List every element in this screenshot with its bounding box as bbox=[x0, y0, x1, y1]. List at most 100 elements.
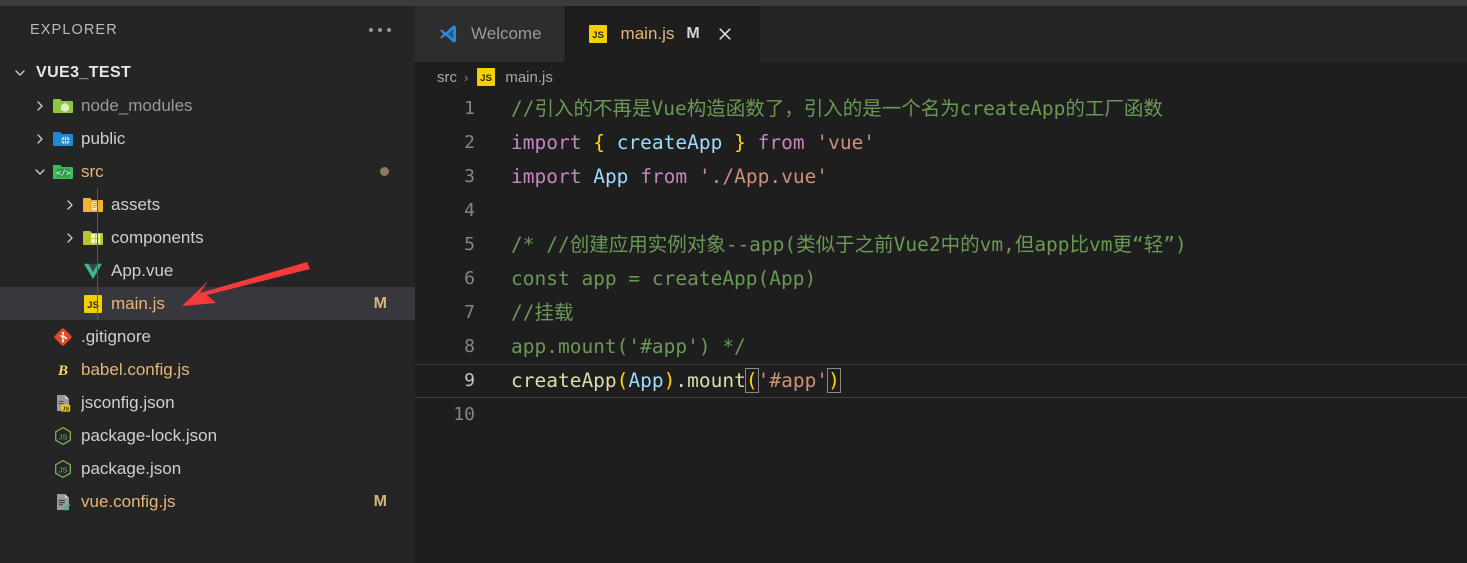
tree-item-package-lock-json[interactable]: JS package-lock.json bbox=[0, 419, 415, 452]
tree-item-label: .gitignore bbox=[81, 326, 151, 346]
vue-file-icon bbox=[80, 260, 106, 282]
tree-item-package-json[interactable]: JS package.json bbox=[0, 452, 415, 485]
tree-item-src[interactable]: </> src bbox=[0, 155, 415, 188]
tree-item-label: src bbox=[81, 161, 104, 181]
code-line[interactable]: 5 /* //创建应用实例对象--app(类似于之前Vue2中的vm,但app比v… bbox=[415, 228, 1467, 262]
svg-text:JS: JS bbox=[62, 406, 69, 412]
line-number: 4 bbox=[464, 200, 475, 221]
vueconfig-file-icon bbox=[50, 491, 76, 513]
svg-text:JS: JS bbox=[592, 30, 604, 41]
line-number: 2 bbox=[464, 132, 475, 153]
tree-item-label: babel.config.js bbox=[81, 359, 190, 379]
js-file-icon: JS bbox=[587, 23, 609, 45]
vscode-logo-icon bbox=[437, 23, 459, 45]
git-status-badge: M bbox=[373, 492, 387, 510]
code-line[interactable]: 1 //引入的不再是Vue构造函数了，引入的是一个名为createApp的工厂函数 bbox=[415, 92, 1467, 126]
svg-text:B: B bbox=[57, 363, 68, 379]
svg-text:</>: </> bbox=[56, 168, 71, 177]
chevron-right-icon bbox=[30, 128, 50, 150]
chevron-right-icon[interactable] bbox=[60, 227, 80, 249]
folder-components-icon bbox=[82, 227, 104, 249]
tree-item-label: node_modules bbox=[81, 95, 193, 115]
code-editor[interactable]: 1 //引入的不再是Vue构造函数了，引入的是一个名为createApp的工厂函数… bbox=[415, 92, 1467, 563]
npm-file-icon: JS bbox=[52, 458, 74, 480]
vue-file-icon bbox=[82, 260, 104, 282]
identifier-createapp: createApp bbox=[616, 131, 723, 154]
file-tree[interactable]: VUE3_TEST node_modulespublic </> src assets c… bbox=[0, 54, 415, 563]
tree-item-components[interactable]: components bbox=[0, 221, 415, 254]
svg-text:JS: JS bbox=[59, 465, 68, 474]
tree-item-label: assets bbox=[111, 194, 161, 214]
explorer-title: EXPLORER bbox=[30, 22, 118, 38]
tree-item-jsconfig-json[interactable]: JS jsconfig.json bbox=[0, 386, 415, 419]
git-file-icon bbox=[52, 326, 74, 348]
string-app-vue: './App.vue' bbox=[698, 165, 829, 188]
comment-line-6: const app = createApp(App) bbox=[511, 267, 817, 290]
explorer-sidebar: EXPLORER VUE3_TEST node_modulespublic </> s… bbox=[0, 6, 415, 563]
folder-assets-icon bbox=[82, 194, 104, 216]
line-number: 10 bbox=[453, 404, 475, 425]
chevron-down-icon[interactable] bbox=[10, 62, 30, 84]
breadcrumb-item-src[interactable]: src bbox=[437, 69, 457, 86]
editor-tab-bar[interactable]: Welcome JS main.js M bbox=[415, 6, 1467, 62]
line-number: 9 bbox=[464, 370, 475, 391]
code-line[interactable]: 10 bbox=[415, 398, 1467, 432]
code-line-text: import { createApp } from 'vue' bbox=[485, 126, 1467, 160]
chevron-right-icon[interactable] bbox=[60, 194, 80, 216]
folder-node-icon bbox=[52, 95, 74, 117]
folder-assets-icon bbox=[80, 194, 106, 216]
editor-tab-main-js[interactable]: JS main.js M bbox=[564, 6, 761, 62]
editor-tab-welcome[interactable]: Welcome bbox=[415, 6, 565, 62]
babel-file-icon: B bbox=[50, 359, 76, 381]
keyword-from: from bbox=[640, 165, 688, 188]
tree-item-public[interactable]: public bbox=[0, 122, 415, 155]
chevron-right-icon[interactable] bbox=[30, 95, 50, 117]
code-line[interactable]: 6 const app = createApp(App) bbox=[415, 262, 1467, 296]
vscode-window: EXPLORER VUE3_TEST node_modulespublic </> s… bbox=[0, 0, 1467, 563]
vueconfig-file-icon bbox=[52, 491, 74, 513]
chevron-right-icon[interactable] bbox=[30, 128, 50, 150]
code-line[interactable]: 9 createApp(App).mount('#app') bbox=[415, 364, 1467, 398]
folder-components-icon bbox=[80, 227, 106, 249]
tree-item-assets[interactable]: assets bbox=[0, 188, 415, 221]
folder-public-icon bbox=[52, 128, 74, 150]
tree-item-vue-config-js[interactable]: vue.config.js M bbox=[0, 485, 415, 518]
code-line[interactable]: 4 bbox=[415, 194, 1467, 228]
close-icon[interactable] bbox=[712, 23, 738, 46]
tree-item-app-vue[interactable]: App.vue bbox=[0, 254, 415, 287]
tree-root-vue3_test[interactable]: VUE3_TEST bbox=[0, 56, 415, 89]
ellipsis-icon[interactable] bbox=[367, 22, 393, 38]
comment-line-1: //引入的不再是Vue构造函数了，引入的是一个名为createApp的工厂函数 bbox=[511, 97, 1163, 120]
tree-item-babel-config-js[interactable]: Bbabel.config.js bbox=[0, 353, 415, 386]
npm-file-icon: JS bbox=[52, 425, 74, 447]
tree-item-label: public bbox=[81, 128, 126, 148]
folder-node-icon bbox=[50, 95, 76, 117]
js-file-icon: JS bbox=[475, 66, 497, 88]
line-number: 6 bbox=[464, 268, 475, 289]
code-line[interactable]: 3 import App from './App.vue' bbox=[415, 160, 1467, 194]
chevron-right-icon bbox=[60, 227, 80, 249]
code-line-text: /* //创建应用实例对象--app(类似于之前Vue2中的vm,但app比vm… bbox=[485, 228, 1467, 262]
method-mount: mount bbox=[687, 369, 746, 392]
comment-line-8: app.mount('#app') */ bbox=[511, 335, 746, 358]
code-line-text: import App from './App.vue' bbox=[485, 160, 1467, 194]
tree-item--gitignore[interactable]: .gitignore bbox=[0, 320, 415, 353]
code-line[interactable]: 2 import { createApp } from 'vue' bbox=[415, 126, 1467, 160]
breadcrumb[interactable]: src › JS main.js bbox=[415, 62, 1467, 92]
breadcrumb-item-main-js[interactable]: JS main.js bbox=[475, 66, 553, 88]
code-line[interactable]: 8 app.mount('#app') */ bbox=[415, 330, 1467, 364]
code-line[interactable]: 7 //挂载 bbox=[415, 296, 1467, 330]
code-line-text: app.mount('#app') */ bbox=[485, 330, 1467, 364]
tree-item-node-modules[interactable]: node_modules bbox=[0, 89, 415, 122]
string-vue: 'vue' bbox=[816, 131, 876, 154]
brace-close: } bbox=[734, 131, 746, 154]
tree-item-main-js[interactable]: JS main.js M bbox=[0, 287, 415, 320]
chevron-down-icon[interactable] bbox=[30, 161, 50, 183]
tree-item-label: package-lock.json bbox=[81, 425, 218, 445]
npm-file-icon: JS bbox=[50, 425, 76, 447]
babel-file-icon: B bbox=[52, 359, 74, 381]
